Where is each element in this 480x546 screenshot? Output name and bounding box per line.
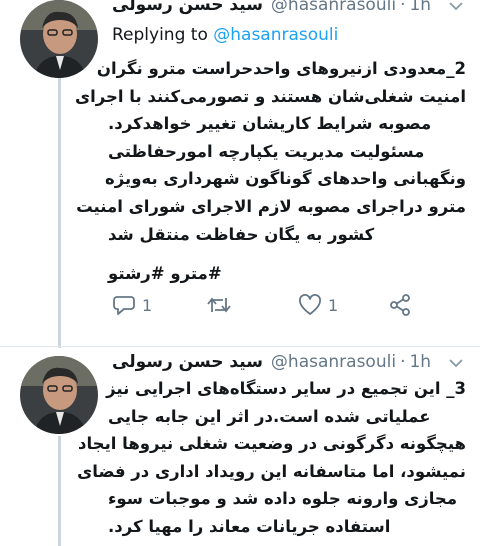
- tweet-header: سید حسن رسولی @hasanrasouli · 1h: [112, 0, 466, 16]
- reply-count: 1: [142, 295, 153, 315]
- replying-to-handle[interactable]: @hasanrasouli: [213, 25, 338, 45]
- tweet-text-line: امنیت شغلی‌شان هستند و تصورمی‌کنند با اج…: [74, 86, 466, 106]
- replying-to-label: Replying to: [112, 25, 208, 45]
- tweet-text: 2_معدودی ازنیروهای واحدحراست مترو نگران …: [74, 55, 466, 288]
- share-icon: [390, 294, 410, 316]
- tweet-divider: [0, 346, 480, 347]
- retweet-icon: [207, 297, 231, 313]
- thread-line-top: [58, 78, 61, 348]
- tweet-header: سید حسن رسولی @hasanrasouli · 1h: [112, 351, 466, 373]
- thread-line-bottom: [58, 436, 61, 546]
- tweet-text-line: هیچگونه دگرگونی در وضعیت شغلی نیروها ایج…: [78, 434, 466, 454]
- like-icon: [299, 294, 321, 315]
- author-name[interactable]: سید حسن رسولی: [112, 0, 263, 15]
- tweet-text-line: عملیاتی شده است.در اثر این جابه جایی: [108, 406, 431, 426]
- timestamp[interactable]: 1h: [409, 352, 431, 372]
- avatar-photo-icon: [20, 0, 98, 78]
- tweet-text-line: مصوبه شرایط کاریشان تغییر خواهدکرد.: [108, 114, 432, 134]
- separator-dot: ·: [400, 352, 406, 372]
- hashtags[interactable]: #مترو #رشتو: [108, 260, 466, 288]
- avatar[interactable]: [20, 0, 98, 78]
- reply-button[interactable]: 1: [112, 290, 152, 320]
- tweet-text-line: نمیشود، اما متاسفانه این رویداد اداری در…: [77, 461, 466, 481]
- tweet-text: 3_ این تجمیع در سایر دستگاه‌های اجرایی ن…: [77, 375, 466, 541]
- timestamp[interactable]: 1h: [409, 0, 431, 15]
- author-handle[interactable]: @hasanrasouli: [271, 352, 396, 372]
- replying-to: Replying to @hasanrasouli: [112, 25, 338, 45]
- tweet-text-line: مسئولیت مدیریت یکپارچه امورحفاظتی: [108, 141, 425, 161]
- share-button[interactable]: [388, 290, 412, 320]
- tweet-actions: 1 1: [112, 290, 472, 320]
- author-name[interactable]: سید حسن رسولی: [112, 352, 263, 372]
- tweet-text-line: 2_معدودی ازنیروهای واحدحراست مترو نگران: [96, 59, 466, 78]
- chevron-down-icon: [449, 1, 463, 10]
- tweet-text-line: مجازی وارونه جلوه داده شد و موجبات سوء: [108, 489, 458, 509]
- author-handle[interactable]: @hasanrasouli: [271, 0, 396, 15]
- tweet-menu-button[interactable]: [446, 0, 466, 16]
- like-button[interactable]: 1: [298, 290, 338, 320]
- separator-dot: ·: [400, 0, 406, 15]
- avatar[interactable]: [20, 356, 98, 434]
- retweet-button[interactable]: [206, 290, 238, 320]
- tweet-text-line: استفاده جریانات معاند را مهیا کرد.: [108, 516, 391, 536]
- tweet-text-line: ونگهبانی واحدهای گوناگون شهرداری به‌ویژه: [105, 169, 466, 189]
- chevron-down-icon: [449, 358, 463, 367]
- tweet-text-line: 3_ این تجمیع در سایر دستگاه‌های اجرایی ن…: [106, 379, 466, 398]
- tweet-text-line: کشور به یگان حفاظت منتقل شد: [108, 224, 375, 244]
- tweet-menu-button[interactable]: [446, 353, 466, 373]
- avatar-photo-icon: [20, 356, 98, 434]
- reply-icon: [113, 296, 135, 315]
- like-count: 1: [328, 295, 339, 315]
- tweet-text-line: مترو دراجرای مصوبه لازم الاجرای شورای ام…: [76, 196, 466, 216]
